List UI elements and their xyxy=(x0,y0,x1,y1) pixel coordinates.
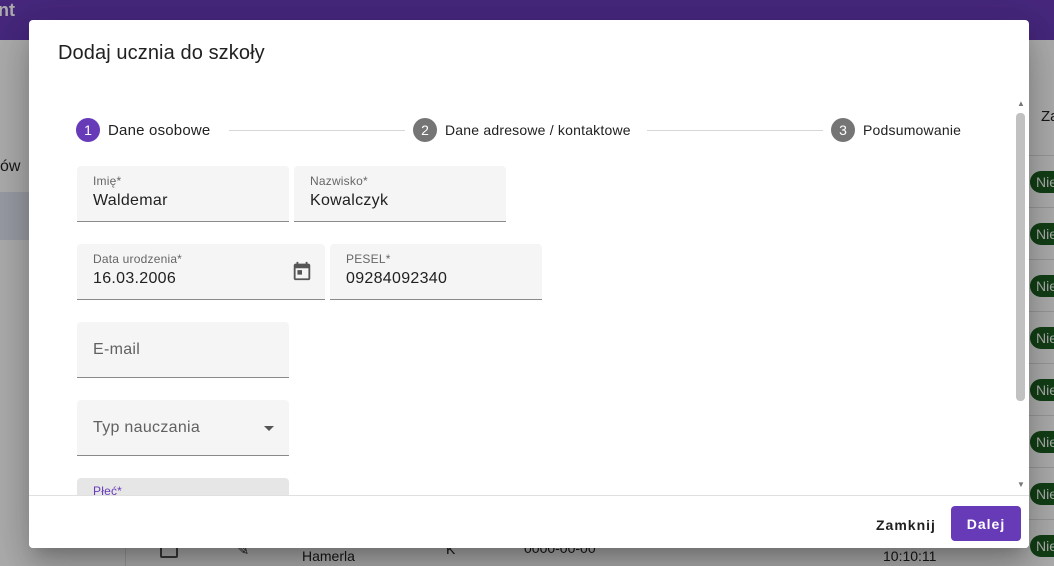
step-connector xyxy=(647,130,823,131)
step-address-contact[interactable]: 2 Dane adresowe / kontaktowe xyxy=(413,118,631,142)
step-personal-data[interactable]: 1 Dane osobowe xyxy=(76,118,210,142)
add-student-dialog: Dodaj ucznia do szkoły 1 Dane osobowe 2 … xyxy=(29,20,1029,548)
close-button[interactable]: Zamknij xyxy=(869,507,943,543)
dialog-title: Dodaj ucznia do szkoły xyxy=(58,42,265,64)
next-button[interactable]: Dalej xyxy=(951,506,1021,541)
field-placeholder: E-mail xyxy=(93,341,141,358)
step-summary[interactable]: 3 Podsumowanie xyxy=(831,118,961,142)
field-label: Nazwisko* xyxy=(310,174,368,188)
pesel-field[interactable]: PESEL* 09284092340 xyxy=(330,244,542,300)
step-label: Podsumowanie xyxy=(863,122,962,138)
teaching-type-select[interactable]: Typ nauczania xyxy=(77,400,289,456)
field-label: PESEL* xyxy=(346,252,391,266)
field-placeholder: Typ nauczania xyxy=(93,419,201,436)
field-value[interactable]: 09284092340 xyxy=(346,270,447,288)
step-label: Dane adresowe / kontaktowe xyxy=(445,122,631,138)
field-value[interactable]: Kowalczyk xyxy=(310,192,388,210)
step-label: Dane osobowe xyxy=(108,121,211,139)
field-value[interactable]: 16.03.2006 xyxy=(93,270,176,288)
field-label: Płeć* xyxy=(93,484,123,495)
field-label: Data urodzenia* xyxy=(93,252,183,266)
last-name-field[interactable]: Nazwisko* Kowalczyk xyxy=(294,166,506,222)
scroll-up-arrow-icon[interactable]: ▲ xyxy=(1017,99,1025,108)
dropdown-arrow-icon[interactable] xyxy=(264,426,274,431)
step-connector xyxy=(229,130,405,131)
first-name-field[interactable]: Imię* Waldemar xyxy=(77,166,289,222)
birth-date-field[interactable]: Data urodzenia* 16.03.2006 xyxy=(77,244,325,300)
field-value[interactable]: Waldemar xyxy=(93,192,168,210)
email-field[interactable]: E-mail xyxy=(77,322,289,378)
dialog-content: 1 Dane osobowe 2 Dane adresowe / kontakt… xyxy=(29,95,1029,495)
field-label: Imię* xyxy=(93,174,122,188)
dialog-actions: Zamknij Dalej xyxy=(29,495,1029,548)
gender-select[interactable]: Płeć* xyxy=(77,478,289,495)
calendar-icon[interactable] xyxy=(291,260,313,282)
scroll-down-arrow-icon[interactable]: ▼ xyxy=(1017,480,1025,489)
step-number: 1 xyxy=(76,118,100,142)
step-number: 2 xyxy=(413,118,437,142)
step-number: 3 xyxy=(831,118,855,142)
scrollbar-thumb[interactable] xyxy=(1016,113,1025,401)
